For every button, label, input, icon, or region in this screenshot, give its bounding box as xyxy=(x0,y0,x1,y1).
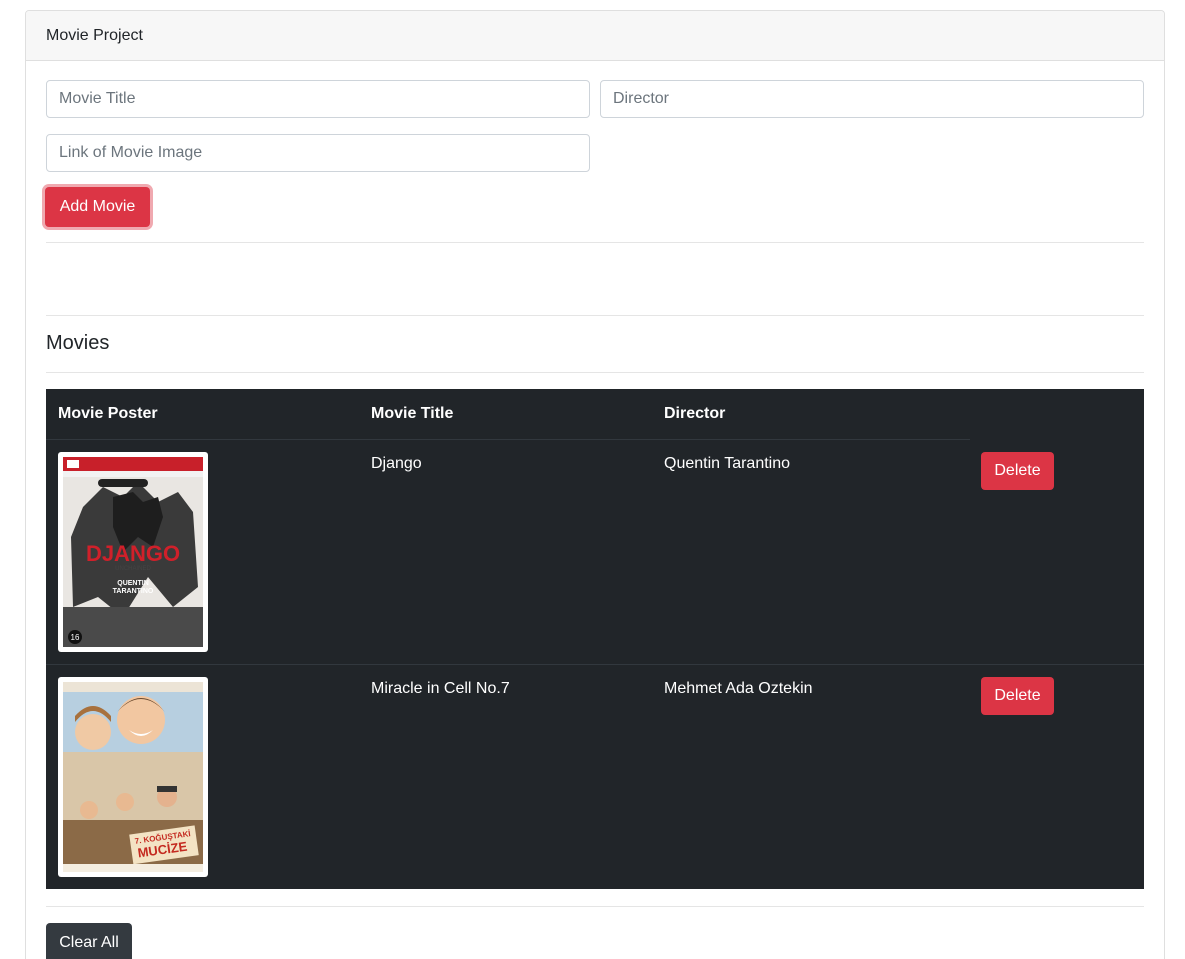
director-cell: Quentin Tarantino xyxy=(664,455,791,472)
add-movie-button[interactable]: Add Movie xyxy=(45,187,150,227)
miracle-poster-image: 7. KOĞUŞTAKİ MUCİZE xyxy=(63,682,203,872)
header-movie-poster: Movie Poster xyxy=(58,405,158,422)
movie-title-input[interactable] xyxy=(46,80,590,118)
clear-all-button[interactable]: Clear All xyxy=(46,923,132,959)
age-rating-text: 16 xyxy=(71,633,80,642)
divider xyxy=(46,315,1144,316)
card-header: Movie Project xyxy=(26,11,1164,61)
django-poster-image: DJANGO UNCHAINED QUENTIN TARANTINO 16 xyxy=(63,457,203,647)
delete-button[interactable]: Delete xyxy=(981,677,1054,715)
divider xyxy=(46,906,1144,907)
director-cell: Mehmet Ada Oztekin xyxy=(664,680,813,697)
divider xyxy=(46,372,1144,373)
movies-heading: Movies xyxy=(46,332,110,354)
header-director: Director xyxy=(664,405,726,422)
movie-title-cell: Miracle in Cell No.7 xyxy=(371,680,510,697)
delete-button[interactable]: Delete xyxy=(981,452,1054,490)
movie-project-card: Movie Project Add Movie Movies Movie Pos… xyxy=(25,10,1165,959)
poster-director-first-text: QUENTIN xyxy=(117,580,149,587)
movie-image-link-input[interactable] xyxy=(46,134,590,172)
poster-director-last-text: TARANTINO xyxy=(113,588,154,595)
movies-table: Movie Poster Movie Title Director DJANGO… xyxy=(46,389,1144,889)
row-divider xyxy=(46,664,1144,665)
divider xyxy=(46,242,1144,243)
movie-title-cell: Django xyxy=(371,455,422,472)
poster-subtitle-text: UNCHAINED xyxy=(115,566,151,572)
header-movie-title: Movie Title xyxy=(371,405,454,422)
poster-title-text: DJANGO xyxy=(86,541,180,566)
row-divider xyxy=(46,439,970,440)
director-input[interactable] xyxy=(600,80,1144,118)
movie-poster-miracle: 7. KOĞUŞTAKİ MUCİZE xyxy=(58,677,208,877)
card-title: Movie Project xyxy=(46,26,143,44)
movie-poster-django: DJANGO UNCHAINED QUENTIN TARANTINO 16 xyxy=(58,452,208,652)
